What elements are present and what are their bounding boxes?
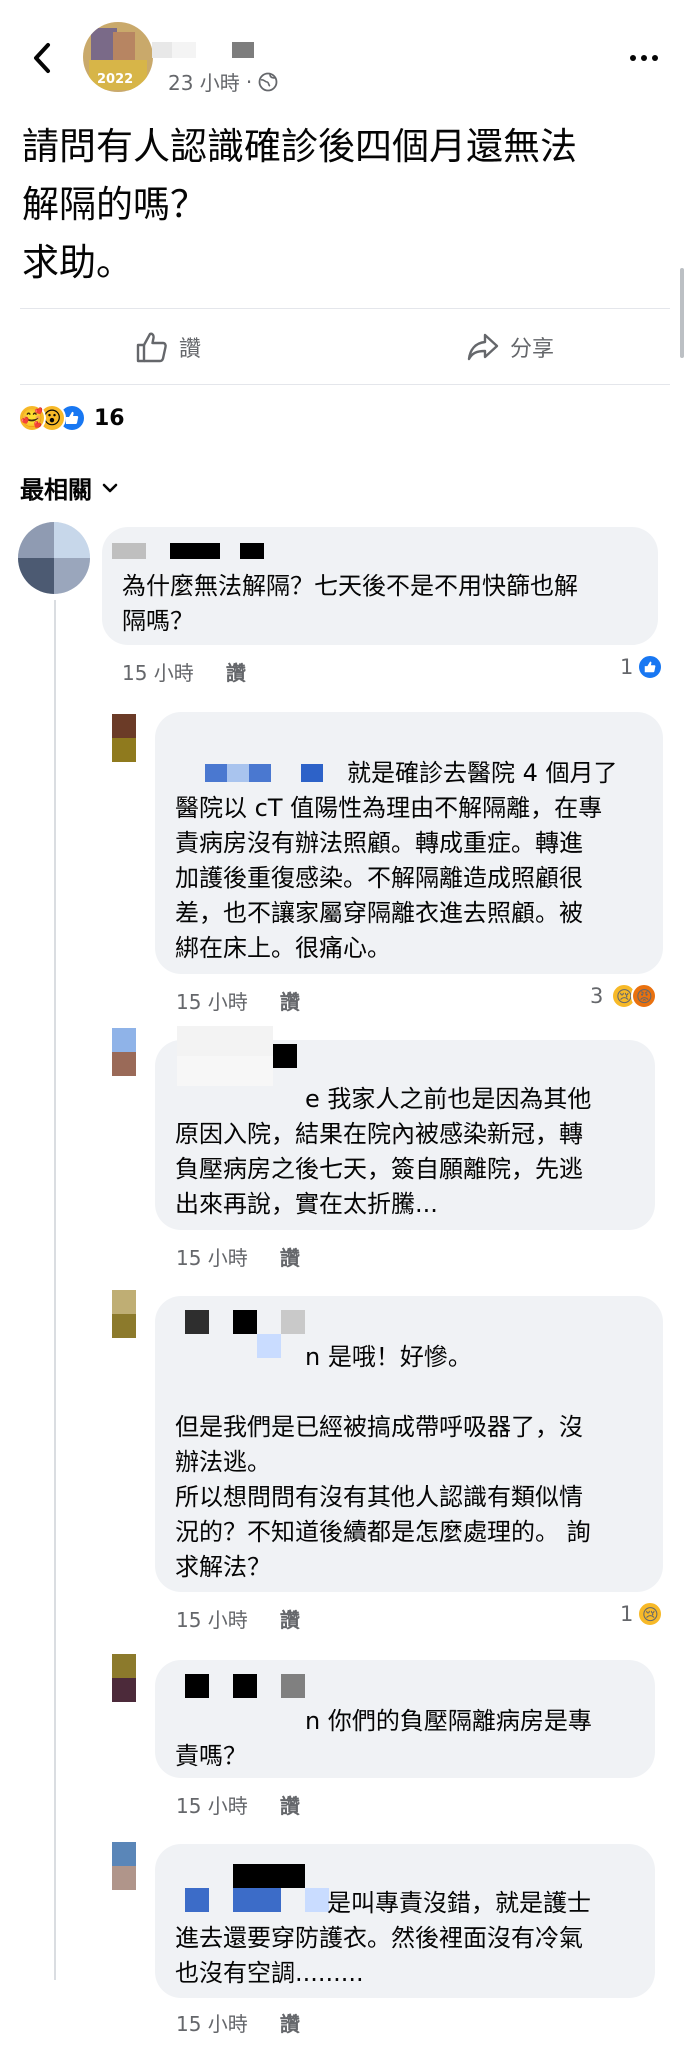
comment-like-button[interactable]: 讚 <box>280 1790 300 1819</box>
share-arrow-icon <box>467 333 499 361</box>
commenter-avatar[interactable] <box>112 1028 136 1076</box>
globe-icon <box>258 72 278 91</box>
commenter-avatar[interactable] <box>112 714 136 762</box>
comment-reactions[interactable]: 1 😢 <box>620 1601 664 1627</box>
commenter-name-redacted[interactable] <box>177 1026 317 1086</box>
comment-sort-dropdown[interactable]: 最相關 <box>20 470 118 505</box>
back-button[interactable] <box>22 38 62 78</box>
comment-meta: 15 小時 讚 <box>176 1790 300 1819</box>
post-text: 請問有人認識確診後四個月還無法 解隔的嗎？ 求助。 <box>22 125 577 284</box>
comment-reaction-count: 1 <box>620 655 634 679</box>
separator-dot: · <box>245 69 253 94</box>
comment-text: e 我家人之前也是因為其他 原因入院，結果在院內被感染新冠，轉 負壓病房之後七天… <box>175 1085 592 1218</box>
sort-label: 最相關 <box>20 476 92 504</box>
comment-like-button[interactable]: 讚 <box>280 1604 300 1633</box>
comment-time: 15 小時 <box>176 990 248 1014</box>
comment-meta: 15 小時 讚 <box>176 2008 300 2037</box>
comment-bubble: n 你們的負壓隔離病房是專 責嗎？ <box>155 1660 655 1778</box>
reaction-count: 16 <box>94 405 125 431</box>
like-reaction-icon <box>637 654 664 680</box>
commenter-avatar[interactable] <box>112 1654 136 1702</box>
commenter-avatar[interactable] <box>112 1290 136 1338</box>
comment-reaction-count: 1 <box>620 1602 634 1626</box>
comment-meta: 15 小時 讚 <box>176 1242 300 1271</box>
more-dot <box>641 55 647 61</box>
comment-time: 15 小時 <box>176 1794 248 1818</box>
comment-time: 15 小時 <box>176 1608 248 1632</box>
comment-first-line: n 是哦！好慘。 <box>305 1343 472 1371</box>
care-emoji-icon: 🥰 <box>18 404 46 432</box>
comment-reactions[interactable]: 3 😢 😡 <box>590 983 658 1009</box>
divider <box>20 384 670 385</box>
comment-time: 15 小時 <box>176 1246 248 1270</box>
share-button[interactable]: 分享 <box>466 325 554 369</box>
reactions-summary[interactable]: 🥰 😮 16 <box>18 403 125 433</box>
commenter-avatar[interactable] <box>112 1842 136 1890</box>
comment-meta: 15 小時 讚 <box>122 657 246 686</box>
comment-reactions[interactable]: 1 <box>620 654 664 680</box>
comment-time: 15 小時 <box>176 2012 248 2036</box>
reply-thread-line <box>54 600 56 1980</box>
like-label: 讚 <box>179 337 202 362</box>
more-dot <box>652 55 658 61</box>
comment-meta: 15 小時 讚 <box>176 986 300 1015</box>
like-button[interactable]: 讚 <box>135 325 201 369</box>
comment-text: n 你們的負壓隔離病房是專 責嗎？ <box>175 1707 592 1770</box>
comment-text: 就是確診去醫院 4 個月了 醫院以 cT 值陽性為理由不解隔離，在專 責病房沒有… <box>175 759 618 962</box>
comment-bubble: e 我家人之前也是因為其他 原因入院，結果在院內被感染新冠，轉 負壓病房之後七天… <box>155 1026 655 1230</box>
divider <box>20 308 670 309</box>
comment-like-button[interactable]: 讚 <box>280 1242 300 1271</box>
comment-reaction-count: 3 <box>590 984 604 1008</box>
post-time: 23 小時 <box>168 71 240 95</box>
comment-like-button[interactable]: 讚 <box>280 986 300 1015</box>
comment-like-button[interactable]: 讚 <box>280 2008 300 2037</box>
comment-bubble: 是叫專責沒錯，就是護士 進去還要穿防護衣。然後裡面沒有冷氣 也沒有空調.....… <box>155 1844 655 1998</box>
thumbs-up-icon <box>136 332 167 363</box>
comment-text: 是叫專責沒錯，就是護士 進去還要穿防護衣。然後裡面沒有冷氣 也沒有空調.....… <box>175 1889 591 1987</box>
chevron-left-icon <box>34 43 50 73</box>
chevron-down-icon <box>102 483 118 492</box>
comment-bubble: 就是確診去醫院 4 個月了 醫院以 cT 值陽性為理由不解隔離，在專 責病房沒有… <box>155 712 663 974</box>
comment-text: 為什麼無法解隔？七天後不是不用快篩也解 隔嗎？ <box>122 572 578 635</box>
scrollbar[interactable] <box>680 268 684 358</box>
more-dot <box>630 55 636 61</box>
author-name-redacted[interactable] <box>152 42 262 58</box>
comment-time: 15 小時 <box>122 661 194 685</box>
commenter-name-redacted[interactable] <box>112 543 264 559</box>
comment-bubble: 為什麼無法解隔？七天後不是不用快篩也解 隔嗎？ <box>102 527 658 645</box>
more-options-button[interactable] <box>630 48 666 68</box>
sad-emoji-icon: 😢 <box>637 1601 664 1627</box>
comment-text: 但是我們是已經被搞成帶呼吸器了，沒 辦法逃。 所以想問問有沒有其他人認識有類似情… <box>175 1413 591 1581</box>
comment-like-button[interactable]: 讚 <box>226 657 246 686</box>
comment-bubble: n 是哦！好慘。 但是我們是已經被搞成帶呼吸器了，沒 辦法逃。 所以想問問有沒有… <box>155 1296 663 1592</box>
avatar-year-text: 2022 <box>97 72 134 87</box>
comment-meta: 15 小時 讚 <box>176 1604 300 1633</box>
angry-emoji-icon: 😡 <box>631 983 658 1009</box>
post-timestamp: 23 小時 · <box>168 67 278 96</box>
share-label: 分享 <box>510 337 555 362</box>
commenter-avatar[interactable] <box>18 522 90 594</box>
author-avatar[interactable]: 2022 <box>83 22 153 92</box>
